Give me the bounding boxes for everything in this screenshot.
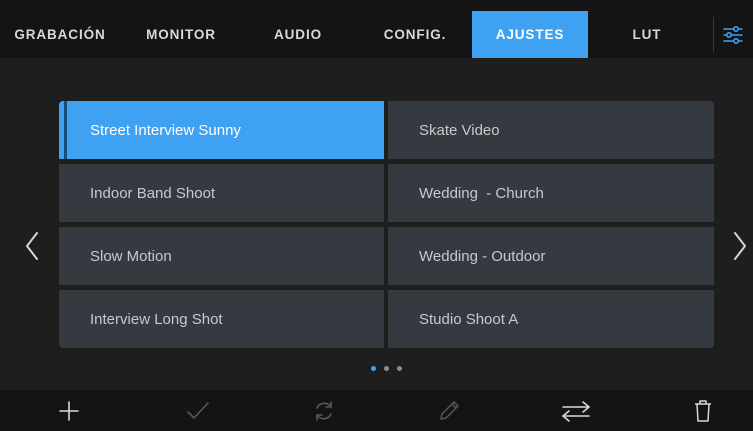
preset-label: Wedding - Outdoor [419, 247, 546, 265]
add-preset-button[interactable] [44, 390, 94, 431]
preset-item[interactable]: Street Interview Sunny [59, 101, 384, 159]
tab-monitor[interactable]: MONITOR [128, 11, 234, 58]
sliders-icon [723, 25, 743, 44]
preset-grid: Street Interview Sunny Skate Video Indoo… [59, 101, 714, 348]
page-dot[interactable] [384, 366, 389, 371]
load-preset-button[interactable] [173, 390, 223, 431]
preset-label: Indoor Band Shoot [90, 184, 216, 202]
preset-item[interactable]: Wedding - Church [388, 164, 714, 222]
preset-label: Skate Video [419, 121, 500, 139]
update-preset-button[interactable] [299, 390, 349, 431]
preset-item[interactable]: Indoor Band Shoot [59, 164, 384, 222]
tab-grabacion[interactable]: GRABACIÓN [10, 11, 110, 58]
tab-audio[interactable]: AUDIO [250, 11, 346, 58]
page-dot[interactable] [371, 366, 376, 371]
page-indicator [369, 366, 405, 374]
tab-config[interactable]: CONFIG. [362, 11, 468, 58]
chevron-right-icon [734, 232, 746, 260]
top-tab-bar: GRABACIÓN MONITOR AUDIO CONFIG. AJUSTES … [0, 0, 753, 58]
preset-item[interactable]: Slow Motion [59, 227, 384, 285]
plus-icon [59, 400, 79, 421]
preset-item[interactable]: Skate Video [388, 101, 714, 159]
preset-label: Street Interview Sunny [90, 121, 241, 139]
pencil-icon [440, 400, 459, 420]
preset-label: Interview Long Shot [90, 310, 223, 328]
chevron-left-icon [26, 232, 38, 260]
delete-preset-button[interactable] [678, 390, 728, 431]
preset-item[interactable]: Wedding - Outdoor [388, 227, 714, 285]
page-dot[interactable] [397, 366, 402, 371]
preset-label: Slow Motion [90, 247, 172, 265]
previous-page-button[interactable] [20, 228, 44, 264]
bottom-toolbar [0, 390, 753, 431]
preset-label: Wedding - Church [419, 184, 544, 202]
settings-menu-button[interactable] [713, 11, 753, 58]
import-export-button[interactable] [551, 390, 601, 431]
preset-item[interactable]: Studio Shoot A [388, 290, 714, 348]
tab-ajustes[interactable]: AJUSTES [472, 11, 588, 58]
refresh-icon [316, 400, 332, 421]
rename-preset-button[interactable] [424, 390, 474, 431]
trash-icon [695, 399, 711, 422]
preset-item[interactable]: Interview Long Shot [59, 290, 384, 348]
next-page-button[interactable] [728, 228, 752, 264]
tab-lut[interactable]: LUT [594, 11, 700, 58]
preset-label: Studio Shoot A [419, 310, 519, 328]
swap-arrows-icon [562, 400, 590, 422]
checkmark-icon [187, 401, 209, 419]
